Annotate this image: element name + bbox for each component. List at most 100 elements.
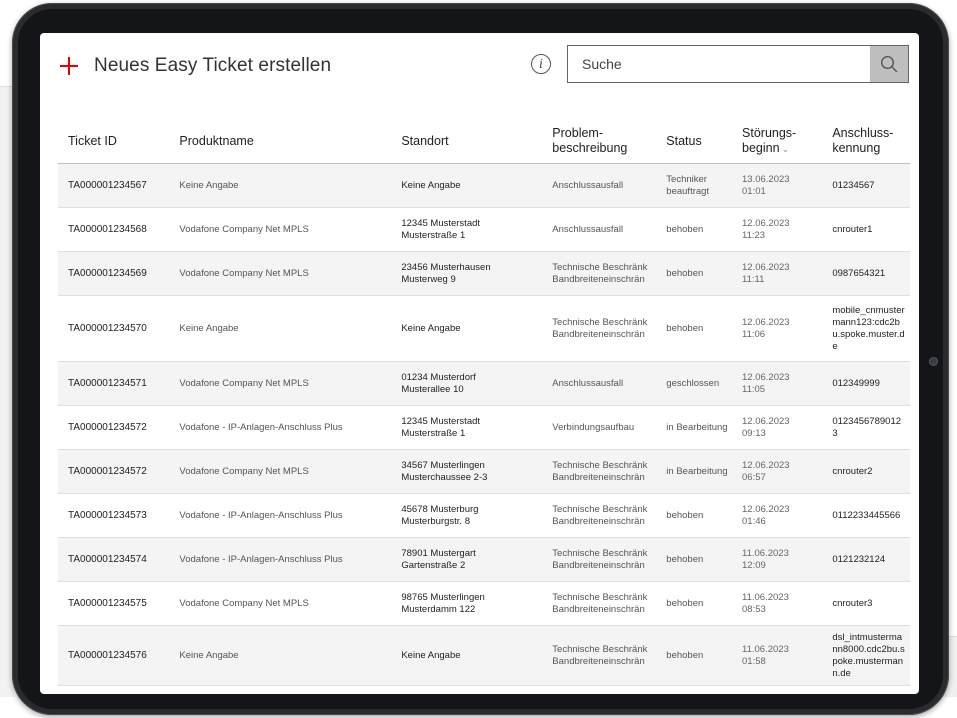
ticket-id: TA000001234570: [68, 322, 147, 334]
location-line1: 78901 Mustergart: [401, 547, 476, 559]
start-date: 12.06.2023: [742, 371, 790, 383]
problem-line2: Bandbreiteneinschrän: [552, 471, 645, 483]
column-header-connection: Anschluss-kennung: [822, 119, 910, 164]
product-cell: Vodafone Company Net MPLS: [169, 581, 392, 626]
location-line2: Musterburgstr. 8: [401, 515, 470, 527]
info-icon[interactable]: i: [531, 54, 551, 74]
location-line2: Gartenstraße 2: [401, 559, 466, 571]
location-line1: Keine Angabe: [401, 179, 461, 191]
table-row[interactable]: TA000001234571 Vodafone Company Net MPLS 0…: [58, 361, 910, 406]
start-cell: 12.06.2023 11:23: [732, 207, 823, 252]
problem-cell: Anschlussausfall: [542, 163, 657, 208]
problem-line2: Bandbreiteneinschrän: [552, 273, 645, 285]
column-header-label: Anschluss-: [832, 126, 894, 140]
problem-line1: Technische Beschränk: [552, 591, 648, 603]
table-row[interactable]: TA000001234567 Keine Angabe Keine Angabe An…: [58, 163, 910, 208]
table-row[interactable]: TA000001234576 Keine Angabe Keine Angabe Te…: [58, 625, 910, 686]
problem-line1: Technische Beschränk: [552, 503, 648, 515]
ticket-id-cell: TA000001234569: [58, 251, 170, 296]
ticket-id-cell: TA000001234570: [58, 295, 170, 362]
column-header-status: Status: [656, 119, 733, 164]
status-text: Techniker beauftragt: [666, 173, 710, 197]
status-cell: behoben: [656, 251, 733, 296]
product-cell: Vodafone Company Net MPLS: [169, 251, 392, 296]
product-name: Vodafone Company Net MPLS: [179, 597, 309, 609]
problem-line1: Anschlussausfall: [552, 377, 624, 389]
problem-line2: Bandbreiteneinschrän: [552, 603, 645, 615]
problem-cell: Technische Beschränk Bandbreiteneinschrän: [542, 449, 657, 494]
status-cell: behoben: [656, 581, 733, 626]
location-line1: 12345 Musterstadt: [401, 415, 481, 427]
connection-cell: 0987654321: [822, 251, 910, 296]
problem-line2: Bandbreiteneinschrän: [552, 655, 645, 667]
location-line1: 45678 Musterburg: [401, 503, 479, 515]
problem-line1: Technische Beschränk: [552, 261, 648, 273]
problem-cell: Technische Beschränk Bandbreiteneinschrän: [542, 581, 657, 626]
problem-line1: Technische Beschränk: [552, 459, 648, 471]
search-input[interactable]: [568, 46, 870, 82]
table-row[interactable]: TA000001234575 Vodafone Company Net MPLS 9…: [58, 581, 910, 626]
ticket-id-cell: TA000001234576: [58, 625, 170, 686]
location-line2: Musterallee 10: [401, 383, 464, 395]
product-name: Keine Angabe: [179, 649, 239, 661]
product-name: Vodafone Company Net MPLS: [179, 223, 309, 235]
ticket-id: TA000001234572: [68, 465, 147, 477]
new-ticket-button[interactable]: Neues Easy Ticket erstellen: [60, 51, 331, 81]
chevron-down-icon[interactable]: ⌄: [782, 144, 790, 154]
start-date: 12.06.2023: [742, 261, 790, 273]
problem-line1: Verbindungsaufbau: [552, 421, 635, 433]
column-header-label: Status: [666, 133, 702, 148]
ticket-id-cell: TA000001234572: [58, 405, 170, 450]
location-line2: Musterdamm 122: [401, 603, 476, 615]
plus-icon: [60, 57, 78, 75]
column-header-start[interactable]: Störungs-beginn ⌄: [732, 119, 823, 164]
camera-dot: [929, 357, 938, 366]
status-text: behoben: [666, 223, 704, 235]
start-date: 12.06.2023: [742, 415, 790, 427]
table-header-row: Ticket ID Produktname Standort Problem-besc…: [58, 119, 910, 164]
start-date: 11.06.2023: [742, 591, 789, 603]
problem-line1: Anschlussausfall: [552, 179, 624, 191]
table-row[interactable]: TA000001234569 Vodafone Company Net MPLS 2…: [58, 251, 910, 296]
start-time: 08:53: [742, 603, 766, 615]
connection-cell: dsl_intmustermann8000.cdc2bu.spoke.muste…: [822, 625, 910, 686]
table-row[interactable]: TA000001234568 Vodafone Company Net MPLS 1…: [58, 207, 910, 252]
connection-id: cnrouter2: [832, 465, 873, 477]
table-row[interactable]: TA000001234574 Vodafone - IP-Anlagen-Ansc…: [58, 537, 910, 582]
status-cell: Techniker beauftragt: [656, 163, 733, 208]
column-header-label-line2: beginn: [742, 140, 780, 155]
location-cell: Keine Angabe: [391, 295, 543, 362]
start-time: 11:06: [742, 328, 766, 340]
status-text: behoben: [666, 322, 704, 334]
location-line1: 01234 Musterdorf: [401, 371, 476, 383]
location-cell: 78901 Mustergart Gartenstraße 2: [391, 537, 543, 582]
problem-cell: Anschlussausfall: [542, 361, 657, 406]
start-time: 11:05: [742, 383, 766, 395]
connection-id: cnrouter1: [832, 223, 873, 235]
connection-id: 01234567890123: [832, 415, 902, 439]
start-time: 11:11: [742, 273, 765, 285]
start-date: 11.06.2023: [742, 547, 789, 559]
column-header-label-line2: kennung: [832, 141, 881, 155]
start-date: 12.06.2023: [742, 503, 790, 515]
problem-cell: Technische Beschränk Bandbreiteneinschrän: [542, 295, 657, 362]
start-cell: 12.06.2023 09:13: [732, 405, 823, 450]
column-header-location: Standort: [391, 119, 543, 164]
search-button[interactable]: [870, 46, 908, 82]
product-cell: Vodafone - IP-Anlagen-Anschluss Plus: [169, 405, 392, 450]
connection-cell: 012349999: [822, 361, 910, 406]
table-row[interactable]: TA000001234573 Vodafone - IP-Anlagen-Ansc…: [58, 493, 910, 538]
table-row[interactable]: TA000001234572 Vodafone - IP-Anlagen-Ansc…: [58, 405, 910, 450]
ticket-id: TA000001234574: [68, 553, 147, 565]
ticket-id: TA000001234569: [68, 267, 147, 279]
connection-id: mobile_cnmustermann123:cdc2bu.spoke.must…: [832, 304, 905, 352]
status-cell: behoben: [656, 625, 733, 686]
table-row[interactable]: TA000001234572 Vodafone Company Net MPLS 3…: [58, 449, 910, 494]
problem-line1: Technische Beschränk: [552, 547, 648, 559]
table-row[interactable]: TA000001234570 Keine Angabe Keine Angabe Te…: [58, 295, 910, 362]
start-time: 01:58: [742, 655, 766, 667]
start-cell: 11.06.2023 12:09: [732, 537, 823, 582]
start-cell: 11.06.2023 01:58: [732, 625, 823, 686]
connection-id: 0121232124: [832, 553, 886, 565]
status-cell: behoben: [656, 537, 733, 582]
